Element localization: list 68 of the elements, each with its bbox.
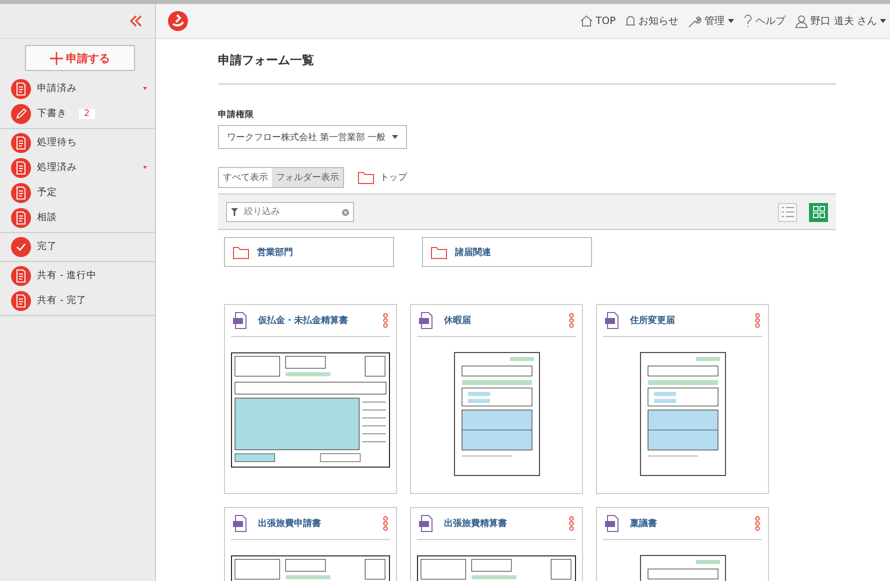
nav-link[interactable]: TOP (580, 15, 616, 27)
document-icon (11, 78, 31, 98)
plus-icon (50, 52, 63, 64)
sidebar-item[interactable]: 予定 (0, 180, 155, 205)
more-icon[interactable] (755, 516, 760, 531)
breadcrumb-link[interactable]: トップ (380, 171, 407, 184)
more-icon[interactable] (569, 516, 574, 531)
filter-icon (231, 207, 238, 217)
grid-icon (812, 206, 824, 218)
more-icon[interactable] (569, 313, 574, 328)
new-request-button[interactable]: 申請する (25, 45, 135, 71)
sidebar-item[interactable]: 完了 (0, 234, 155, 259)
web-form-icon (233, 515, 248, 532)
field-label: 申請権限 (218, 109, 255, 121)
document-icon (11, 290, 31, 310)
web-form-icon (419, 515, 434, 532)
collapse-icon[interactable] (129, 15, 143, 27)
form-card[interactable]: 住所変更届 (596, 304, 769, 494)
web-form-icon (419, 312, 434, 329)
sidebar-item[interactable]: 処理済み (0, 155, 155, 180)
web-form-icon (233, 312, 248, 329)
sidebar-item[interactable]: 共有 - 完了 (0, 288, 155, 313)
form-card[interactable]: 稟議書 (596, 507, 769, 581)
folder-card[interactable]: 諸届関連 (422, 237, 592, 267)
list-view-button[interactable] (778, 202, 797, 222)
folder-card[interactable]: 営業部門 (224, 237, 394, 267)
page-title: 申請フォーム一覧 (218, 39, 836, 85)
grid-view-button[interactable] (809, 202, 828, 222)
count-badge: 2 (79, 108, 95, 118)
more-icon[interactable] (755, 313, 760, 328)
caret-icon (392, 135, 398, 139)
nav-link[interactable]: 管理 (688, 14, 734, 28)
sidebar-item[interactable]: 相談 (0, 205, 155, 230)
logo-icon[interactable] (168, 11, 188, 31)
web-form-icon (605, 515, 620, 532)
wrench-icon (688, 14, 702, 28)
pencil-icon (11, 104, 31, 124)
sidebar-item[interactable]: 申請済み (0, 76, 155, 101)
help-icon (742, 14, 753, 28)
sidebar-item[interactable]: 処理待ち (0, 130, 155, 155)
user-icon (794, 14, 808, 28)
bell-icon (624, 14, 636, 28)
folder-icon (358, 171, 374, 184)
form-card[interactable]: 出張旅費精算書 (410, 507, 583, 581)
nav-link[interactable]: 野口 道夫 さん (794, 14, 886, 28)
document-icon (11, 266, 31, 286)
permission-select[interactable]: ワークフロー株式会社 第一営業部 一般 (218, 125, 407, 149)
document-icon (11, 208, 31, 228)
document-icon (11, 158, 31, 178)
form-card[interactable]: 出張旅費申請書 (224, 507, 397, 581)
nav-link[interactable]: ヘルプ (742, 14, 786, 28)
clear-icon[interactable] (342, 208, 349, 216)
list-icon (780, 206, 794, 218)
web-form-icon (605, 312, 620, 329)
view-tab[interactable]: フォルダー表示 (272, 168, 343, 187)
sidebar-item[interactable]: 下書き 2 (0, 101, 155, 126)
sidebar-item[interactable]: 共有 - 進行中 (0, 263, 155, 288)
more-icon[interactable] (383, 516, 388, 531)
check-icon (11, 236, 31, 256)
document-icon (11, 182, 31, 202)
document-icon (11, 132, 31, 152)
nav-link[interactable]: お知らせ (624, 14, 679, 28)
folder-icon (431, 246, 447, 258)
folder-icon (233, 246, 249, 258)
more-icon[interactable] (383, 313, 388, 328)
form-card[interactable]: 仮払金・未払金精算書 (224, 304, 397, 494)
form-card[interactable]: 休暇届 (410, 304, 583, 494)
home-icon (580, 15, 593, 27)
